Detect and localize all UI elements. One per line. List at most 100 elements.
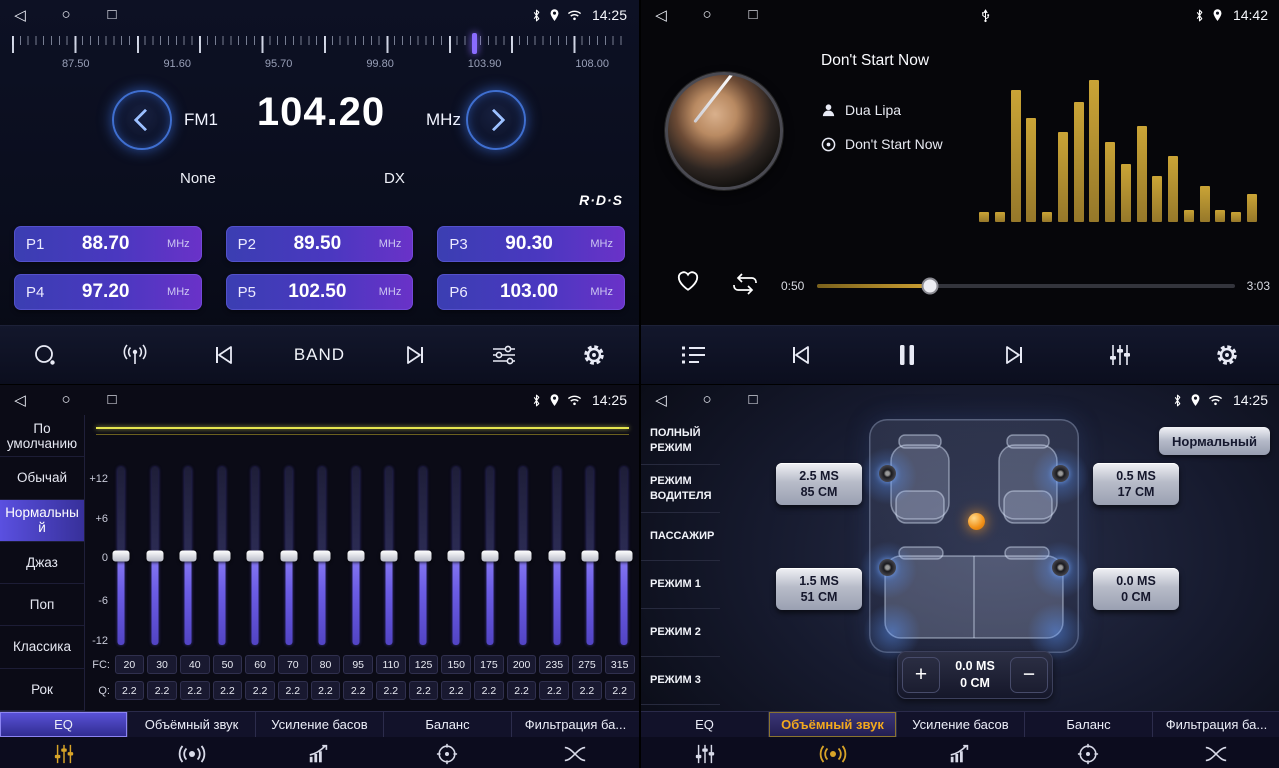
tab-bass-boost[interactable]: Усиление басов	[897, 712, 1025, 737]
fc-value-box[interactable]: 175	[474, 655, 504, 674]
eq-band-slider[interactable]	[615, 467, 633, 645]
recents-icon[interactable]: □	[745, 6, 761, 24]
q-value-box[interactable]: 2.2	[311, 681, 341, 700]
tab-eq[interactable]: EQ	[641, 712, 769, 737]
home-icon[interactable]: ○	[699, 391, 715, 409]
fc-value-box[interactable]: 235	[539, 655, 569, 674]
mode-1[interactable]: РЕЖИМ 1	[641, 561, 720, 609]
eq-band-handle[interactable]	[481, 551, 498, 562]
tuning-indicator[interactable]	[472, 33, 477, 54]
favorite-button[interactable]	[675, 268, 701, 292]
sound-profile-button[interactable]: Нормальный	[1159, 427, 1270, 455]
q-value-box[interactable]: 2.2	[507, 681, 537, 700]
preset-p1[interactable]: P1 88.70 MHz	[14, 226, 202, 262]
tab-surround[interactable]: Объёмный звук	[769, 712, 897, 737]
pause-button[interactable]	[887, 334, 927, 376]
tab-bass-boost[interactable]: Усиление басов	[256, 712, 384, 737]
home-icon[interactable]: ○	[58, 391, 74, 409]
speaker-icon[interactable]	[879, 559, 896, 576]
queue-button[interactable]	[674, 334, 714, 376]
q-value-box[interactable]: 2.2	[474, 681, 504, 700]
fc-value-box[interactable]: 200	[507, 655, 537, 674]
eq-preset-custom[interactable]: Обычай	[0, 457, 84, 499]
eq-band-slider[interactable]	[447, 467, 465, 645]
eq-preset-classic[interactable]: Классика	[0, 626, 84, 668]
bass-boost-tab-icon[interactable]	[256, 743, 384, 765]
recents-icon[interactable]: □	[104, 391, 120, 409]
q-value-box[interactable]: 2.2	[245, 681, 275, 700]
recents-icon[interactable]: □	[745, 391, 761, 409]
eq-band-handle[interactable]	[414, 551, 431, 562]
previous-button[interactable]	[781, 334, 821, 376]
mixer-button[interactable]	[1100, 334, 1140, 376]
mode-driver[interactable]: РЕЖИМ ВОДИТЕЛЯ	[641, 465, 720, 513]
mode-3[interactable]: РЕЖИМ 3	[641, 657, 720, 705]
q-value-box[interactable]: 2.2	[539, 681, 569, 700]
eq-band-handle[interactable]	[314, 551, 331, 562]
eq-band-slider[interactable]	[179, 467, 197, 645]
q-value-box[interactable]: 2.2	[147, 681, 177, 700]
fc-value-box[interactable]: 80	[311, 655, 341, 674]
seek-down-button[interactable]	[112, 90, 172, 150]
q-value-box[interactable]: 2.2	[213, 681, 243, 700]
q-value-box[interactable]: 2.2	[441, 681, 471, 700]
eq-band-handle[interactable]	[615, 551, 632, 562]
fc-value-box[interactable]: 275	[572, 655, 602, 674]
eq-band-handle[interactable]	[448, 551, 465, 562]
eq-tab-icon[interactable]	[0, 743, 128, 765]
speaker-icon[interactable]	[1052, 559, 1069, 576]
repeat-button[interactable]	[731, 273, 759, 295]
fc-value-box[interactable]: 125	[409, 655, 439, 674]
delay-front-right-button[interactable]: 0.5 MS 17 CM	[1093, 463, 1179, 505]
eq-band-slider[interactable]	[414, 467, 432, 645]
band-button[interactable]: BAND	[294, 334, 345, 376]
fc-value-box[interactable]: 70	[278, 655, 308, 674]
fc-value-box[interactable]: 40	[180, 655, 210, 674]
tab-balance[interactable]: Баланс	[1025, 712, 1153, 737]
delay-rear-right-button[interactable]: 0.0 MS 0 CM	[1093, 568, 1179, 610]
q-value-box[interactable]: 2.2	[180, 681, 210, 700]
progress-knob[interactable]	[921, 278, 938, 295]
q-value-box[interactable]: 2.2	[278, 681, 308, 700]
eq-band-handle[interactable]	[213, 551, 230, 562]
balance-tab-icon[interactable]	[383, 743, 511, 765]
preset-p4[interactable]: P4 97.20 MHz	[14, 274, 202, 310]
eq-preset-normal[interactable]: Нормальный	[0, 500, 84, 542]
q-value-box[interactable]: 2.2	[343, 681, 373, 700]
fc-value-box[interactable]: 95	[343, 655, 373, 674]
eq-band-slider[interactable]	[146, 467, 164, 645]
frequency-scale[interactable]: 87.50 91.60 95.70 99.80 103.90 108.00	[6, 30, 633, 76]
decrease-delay-button[interactable]: −	[1010, 657, 1048, 693]
eq-preset-jazz[interactable]: Джаз	[0, 542, 84, 584]
eq-band-handle[interactable]	[548, 551, 565, 562]
fc-value-box[interactable]: 150	[441, 655, 471, 674]
eq-band-slider[interactable]	[112, 467, 130, 645]
back-icon[interactable]: ◁	[12, 6, 28, 24]
tab-balance[interactable]: Баланс	[384, 712, 512, 737]
fc-value-box[interactable]: 50	[213, 655, 243, 674]
eq-band-slider[interactable]	[548, 467, 566, 645]
fc-value-box[interactable]: 60	[245, 655, 275, 674]
surround-tab-icon[interactable]	[769, 743, 897, 765]
increase-delay-button[interactable]: +	[902, 657, 940, 693]
speaker-icon[interactable]	[1052, 465, 1069, 482]
mode-2[interactable]: РЕЖИМ 2	[641, 609, 720, 657]
balance-tab-icon[interactable]	[1024, 743, 1152, 765]
q-value-box[interactable]: 2.2	[376, 681, 406, 700]
eq-band-slider[interactable]	[280, 467, 298, 645]
eq-preset-pop[interactable]: Поп	[0, 584, 84, 626]
eq-band-handle[interactable]	[247, 551, 264, 562]
fc-value-box[interactable]: 30	[147, 655, 177, 674]
equalizer-button[interactable]	[484, 334, 524, 376]
mode-full[interactable]: ПОЛНЫЙ РЕЖИМ	[641, 417, 720, 465]
tab-surround[interactable]: Объёмный звук	[128, 712, 256, 737]
eq-band-slider[interactable]	[347, 467, 365, 645]
mode-passenger[interactable]: ПАССАЖИР	[641, 513, 720, 561]
next-button[interactable]	[395, 334, 435, 376]
q-value-box[interactable]: 2.2	[572, 681, 602, 700]
album-art[interactable]	[665, 72, 783, 190]
previous-button[interactable]	[204, 334, 244, 376]
bass-boost-tab-icon[interactable]	[897, 743, 1025, 765]
speaker-icon[interactable]	[879, 465, 896, 482]
eq-band-slider[interactable]	[514, 467, 532, 645]
